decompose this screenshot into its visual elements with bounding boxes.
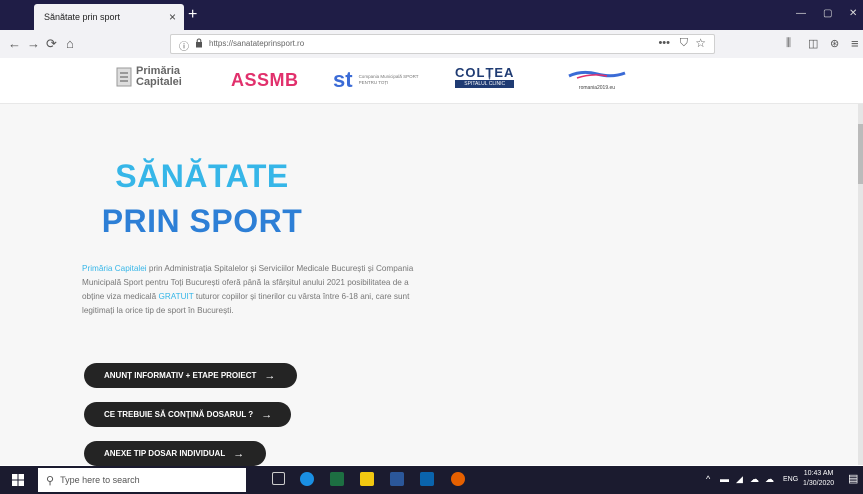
volume-icon[interactable]: ◢ — [736, 474, 743, 485]
partner-logos-bar: Primăria Capitalei ASSMB st Compania Mun… — [0, 58, 863, 104]
sidebar-icon[interactable]: ◫ — [808, 37, 818, 50]
taskbar-search-box[interactable]: ⚲ Type here to search — [38, 468, 246, 492]
close-window-icon[interactable]: ✕ — [849, 8, 857, 19]
forward-arrow-icon[interactable]: → — [27, 36, 40, 51]
home-icon[interactable]: ⌂ — [66, 36, 74, 51]
url-text: https://sanatateprinsport.ro — [209, 39, 305, 48]
pocket-icon[interactable]: ⛉ — [680, 37, 688, 50]
page-scrollbar[interactable] — [858, 104, 863, 465]
anunt-informativ-label: ANUNȚ INFORMATIV + ETAPE PROIECT — [104, 371, 257, 380]
onedrive-icon[interactable]: ☁ — [750, 474, 759, 485]
firefox-icon[interactable] — [451, 472, 465, 486]
cloud-icon[interactable]: ☁ — [765, 474, 774, 485]
info-icon[interactable]: ⓘ — [179, 38, 189, 53]
tray-chevron-icon[interactable]: ^ — [706, 474, 710, 484]
notifications-icon[interactable]: ▤ — [848, 472, 858, 485]
romania-logo[interactable]: romania2019.eu — [567, 67, 627, 91]
browser-title-bar: Sănătate prin sport × + — ▢ ✕ — [0, 0, 863, 30]
back-arrow-icon[interactable]: ← — [8, 36, 21, 51]
anexe-dosar-label: ANEXE TIP DOSAR INDIVIDUAL — [104, 449, 226, 458]
bookmark-star-icon[interactable]: ☆ — [695, 36, 706, 50]
st-logo[interactable]: st Compania Municipală SPORT PENTRU TOȚI — [333, 67, 429, 93]
tab-close-icon[interactable]: × — [169, 10, 176, 24]
extension-icon[interactable]: ⊛ — [830, 37, 839, 50]
address-bar[interactable]: ⓘ https://sanatateprinsport.ro ••• ⛉ ☆ — [170, 34, 715, 54]
gratuit-highlight: GRATUIT — [158, 292, 194, 301]
search-placeholder: Type here to search — [60, 475, 140, 485]
arrow-right-icon: → — [261, 408, 273, 421]
primaria-link[interactable]: Primăria Capitalei — [82, 264, 147, 273]
primaria-crest-icon — [116, 67, 132, 87]
maximize-icon[interactable]: ▢ — [823, 8, 832, 19]
new-tab-button[interactable]: + — [188, 6, 197, 24]
hero-title-line1: SĂNĂTATE — [115, 158, 289, 194]
hero-title-line2: PRIN SPORT — [101, 203, 303, 239]
romania-logo-text: romania2019.eu — [578, 85, 616, 91]
file-explorer-icon[interactable] — [360, 472, 374, 486]
hero-description: Primăria Capitalei prin Administrația Sp… — [82, 262, 427, 318]
clock-time: 10:43 AM — [803, 470, 834, 477]
arrow-right-icon: → — [264, 369, 276, 382]
browser-nav-bar: ← → ⟳ ⌂ ⓘ https://sanatateprinsport.ro •… — [0, 30, 863, 59]
windows-taskbar: ⚲ Type here to search ^ ▬ ◢ ☁ ☁ ENG 10:4… — [0, 466, 863, 494]
system-clock[interactable]: 10:43 AM 1/30/2020 — [803, 469, 834, 489]
continut-dosar-label: CE TREBUIE SĂ CONȚINĂ DOSARUL ? — [104, 410, 254, 419]
anexe-dosar-button[interactable]: ANEXE TIP DOSAR INDIVIDUAL → — [84, 441, 266, 466]
menu-icon[interactable]: ≡ — [851, 36, 859, 51]
library-icon[interactable]: ⫼ — [786, 37, 791, 50]
primaria-logo-text: Primăria Capitalei — [136, 65, 182, 88]
refresh-icon[interactable]: ⟳ — [46, 36, 57, 52]
romania-wave-icon — [568, 70, 626, 79]
task-view-icon[interactable] — [272, 472, 285, 485]
anunt-informativ-button[interactable]: ANUNȚ INFORMATIV + ETAPE PROIECT → — [84, 363, 297, 388]
continut-dosar-button[interactable]: CE TREBUIE SĂ CONȚINĂ DOSARUL ? → — [84, 402, 291, 427]
network-icon[interactable]: ▬ — [720, 474, 729, 484]
arrow-right-icon: → — [233, 447, 245, 460]
excel-icon[interactable] — [330, 472, 344, 486]
coltea-logo[interactable]: COLȚEA SPITALUL CLINIC — [455, 65, 515, 88]
coltea-logo-text: COLȚEA — [455, 65, 515, 80]
edge-icon[interactable] — [300, 472, 314, 486]
windows-start-icon[interactable] — [12, 474, 24, 486]
lock-icon — [196, 38, 202, 48]
assmb-logo[interactable]: ASSMB — [231, 70, 299, 91]
coltea-logo-subtitle: SPITALUL CLINIC — [455, 80, 515, 88]
search-icon: ⚲ — [46, 474, 55, 487]
browser-tab[interactable]: Sănătate prin sport × — [34, 4, 184, 30]
st-logo-mark: st — [333, 67, 353, 92]
primaria-logo[interactable]: Primăria Capitalei — [116, 66, 196, 88]
outlook-icon[interactable] — [420, 472, 434, 486]
st-logo-subtitle: Compania Municipală SPORT PENTRU TOȚI — [358, 74, 419, 85]
scrollbar-thumb[interactable] — [858, 124, 863, 184]
more-actions-icon[interactable]: ••• — [658, 37, 670, 49]
language-indicator[interactable]: ENG — [783, 476, 798, 483]
minimize-icon[interactable]: — — [796, 8, 806, 19]
tab-title: Sănătate prin sport — [44, 12, 121, 22]
word-icon[interactable] — [390, 472, 404, 486]
clock-date: 1/30/2020 — [803, 480, 835, 487]
